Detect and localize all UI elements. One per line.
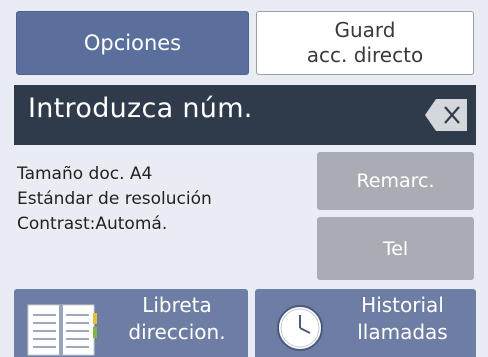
contrast-text: Contrast:Automá. [17,214,168,234]
call-history-label: Historial llamadas [335,292,470,346]
address-book-button[interactable]: Libreta direccion. [14,289,248,357]
tel-button[interactable]: Tel [317,217,474,280]
address-book-label-line2: direccion. [128,320,226,344]
call-history-label-line2: llamadas [357,320,448,344]
call-history-label-line1: Historial [361,293,444,317]
tel-label: Tel [382,237,409,260]
resolution-text: Estándar de resolución [17,189,212,209]
address-book-label: Libreta direccion. [114,292,240,346]
number-entry-field[interactable]: Introduzca núm. [14,85,476,145]
document-size-text: Tamaño doc. A4 [17,164,153,184]
redial-label: Remarc. [356,170,435,192]
fax-settings-info: Tamaño doc. A4 Estándar de resolución Co… [17,162,212,237]
backspace-icon[interactable] [424,98,468,132]
options-button-label: Opciones [83,31,182,55]
redial-button[interactable]: Remarc. [317,152,474,210]
number-entry-prompt: Introduzca núm. [28,93,253,124]
address-book-icon [27,304,97,356]
address-book-label-line1: Libreta [142,293,212,317]
options-button[interactable]: Opciones [16,11,249,75]
save-shortcut-label-line1: Guard [334,18,396,42]
clock-icon [277,305,323,351]
save-shortcut-button[interactable]: Guard acc. directo [256,11,474,75]
call-history-button[interactable]: Historial llamadas [255,289,476,357]
save-shortcut-label-line2: acc. directo [306,43,424,67]
